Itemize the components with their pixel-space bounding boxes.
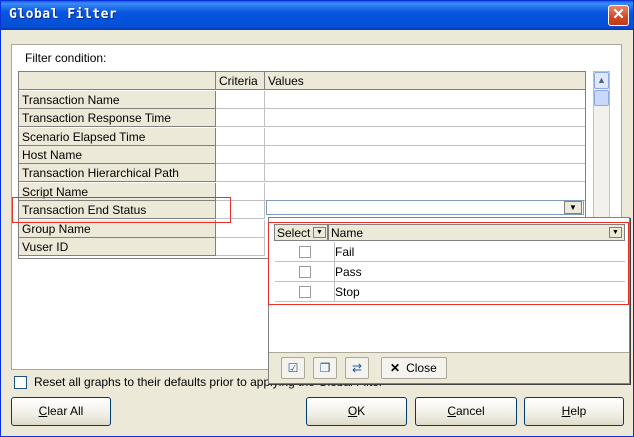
- title-bar: Global Filter ✕: [1, 1, 633, 30]
- criteria-cell[interactable]: [216, 146, 265, 164]
- cancel-label: ancel: [455, 404, 485, 418]
- close-icon[interactable]: ✕: [608, 5, 629, 26]
- deselect-all-icon[interactable]: ❐: [313, 357, 337, 379]
- grid-header-criteria[interactable]: Criteria: [216, 72, 265, 90]
- grid-row-label: Vuser ID: [19, 238, 216, 256]
- scroll-thumb[interactable]: [594, 90, 609, 106]
- grid-row-label: Transaction Hierarchical Path: [19, 164, 216, 182]
- filter-condition-label: Filter condition:: [25, 51, 107, 65]
- values-cell[interactable]: [265, 109, 585, 127]
- clear-all-button[interactable]: Clear All: [11, 397, 111, 426]
- criteria-cell[interactable]: [216, 164, 265, 182]
- dialog-title: Global Filter: [9, 7, 118, 22]
- values-cell[interactable]: [265, 146, 585, 164]
- highlight-popup-list: [268, 222, 629, 305]
- popup-toolbar: ☑ ❐ ⇄ ✕ Close: [269, 352, 629, 383]
- grid-row-label: Host Name: [19, 146, 216, 164]
- grid-header-field: [19, 72, 216, 90]
- cancel-mnemonic: C: [447, 404, 456, 418]
- close-popup-button[interactable]: ✕ Close: [381, 357, 447, 379]
- values-dropdown-field[interactable]: [266, 200, 584, 215]
- ok-button[interactable]: OK: [306, 397, 407, 426]
- chevron-down-icon[interactable]: ▼: [564, 201, 582, 214]
- invert-selection-icon[interactable]: ⇄: [345, 357, 369, 379]
- grid-header-values[interactable]: Values: [265, 72, 585, 90]
- help-button[interactable]: Help: [524, 397, 624, 426]
- values-cell[interactable]: [265, 183, 585, 201]
- values-cell[interactable]: [265, 91, 585, 109]
- help-label: elp: [570, 404, 587, 418]
- highlight-transaction-end-status: [12, 197, 231, 223]
- grid-row-label: Transaction Name: [19, 91, 216, 109]
- criteria-cell[interactable]: [216, 238, 265, 256]
- select-all-icon[interactable]: ☑: [281, 357, 305, 379]
- grid-row-label: Scenario Elapsed Time: [19, 128, 216, 146]
- criteria-cell[interactable]: [216, 91, 265, 109]
- reset-checkbox[interactable]: [14, 376, 27, 389]
- ok-label: K: [357, 404, 366, 418]
- criteria-cell[interactable]: [216, 128, 265, 146]
- clear-all-mnemonic: C: [38, 404, 48, 418]
- cancel-button[interactable]: Cancel: [415, 397, 517, 426]
- ok-mnemonic: O: [347, 404, 358, 418]
- criteria-cell[interactable]: [216, 109, 265, 127]
- close-label: Close: [406, 361, 437, 375]
- values-cell[interactable]: [265, 164, 585, 182]
- grid-row-label: Transaction Response Time: [19, 109, 216, 127]
- scroll-up-icon[interactable]: ▲: [594, 72, 609, 89]
- close-icon: ✕: [390, 361, 401, 375]
- values-cell[interactable]: [265, 128, 585, 146]
- clear-all-label: lear All: [47, 404, 84, 418]
